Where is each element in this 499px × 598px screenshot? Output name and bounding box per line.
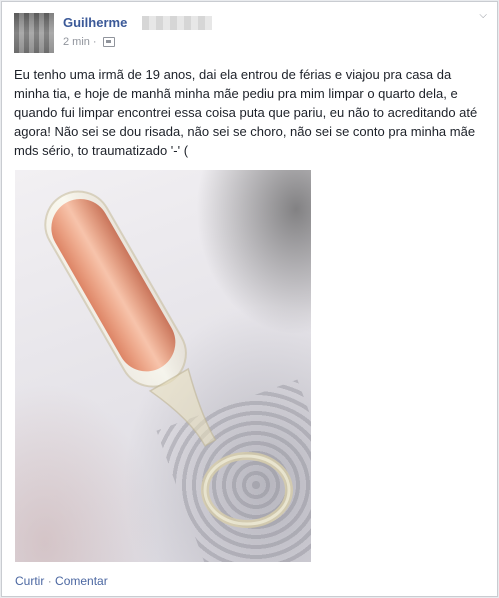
chevron-down-icon[interactable]: ⌵: [479, 10, 487, 21]
post-actions: Curtir · Comentar: [15, 574, 108, 588]
like-button[interactable]: Curtir: [15, 574, 44, 588]
timestamp[interactable]: 2 min: [63, 36, 90, 48]
friends-icon[interactable]: [102, 37, 115, 47]
comment-button[interactable]: Comentar: [55, 574, 108, 588]
avatar[interactable]: [14, 13, 54, 53]
post-text: Eu tenho uma irmã de 19 anos, dai ela en…: [14, 67, 478, 158]
post-photo[interactable]: [15, 170, 311, 562]
post-card: Guilherme 2 min · ⌵ Eu tenho uma irmã de…: [1, 1, 498, 597]
post-meta: 2 min ·: [63, 36, 115, 48]
actions-separator: ·: [47, 574, 52, 588]
photo-object: [44, 190, 293, 528]
author-surname-redacted: [142, 16, 212, 30]
author-name[interactable]: Guilherme: [63, 15, 127, 30]
meta-separator: ·: [92, 36, 97, 48]
